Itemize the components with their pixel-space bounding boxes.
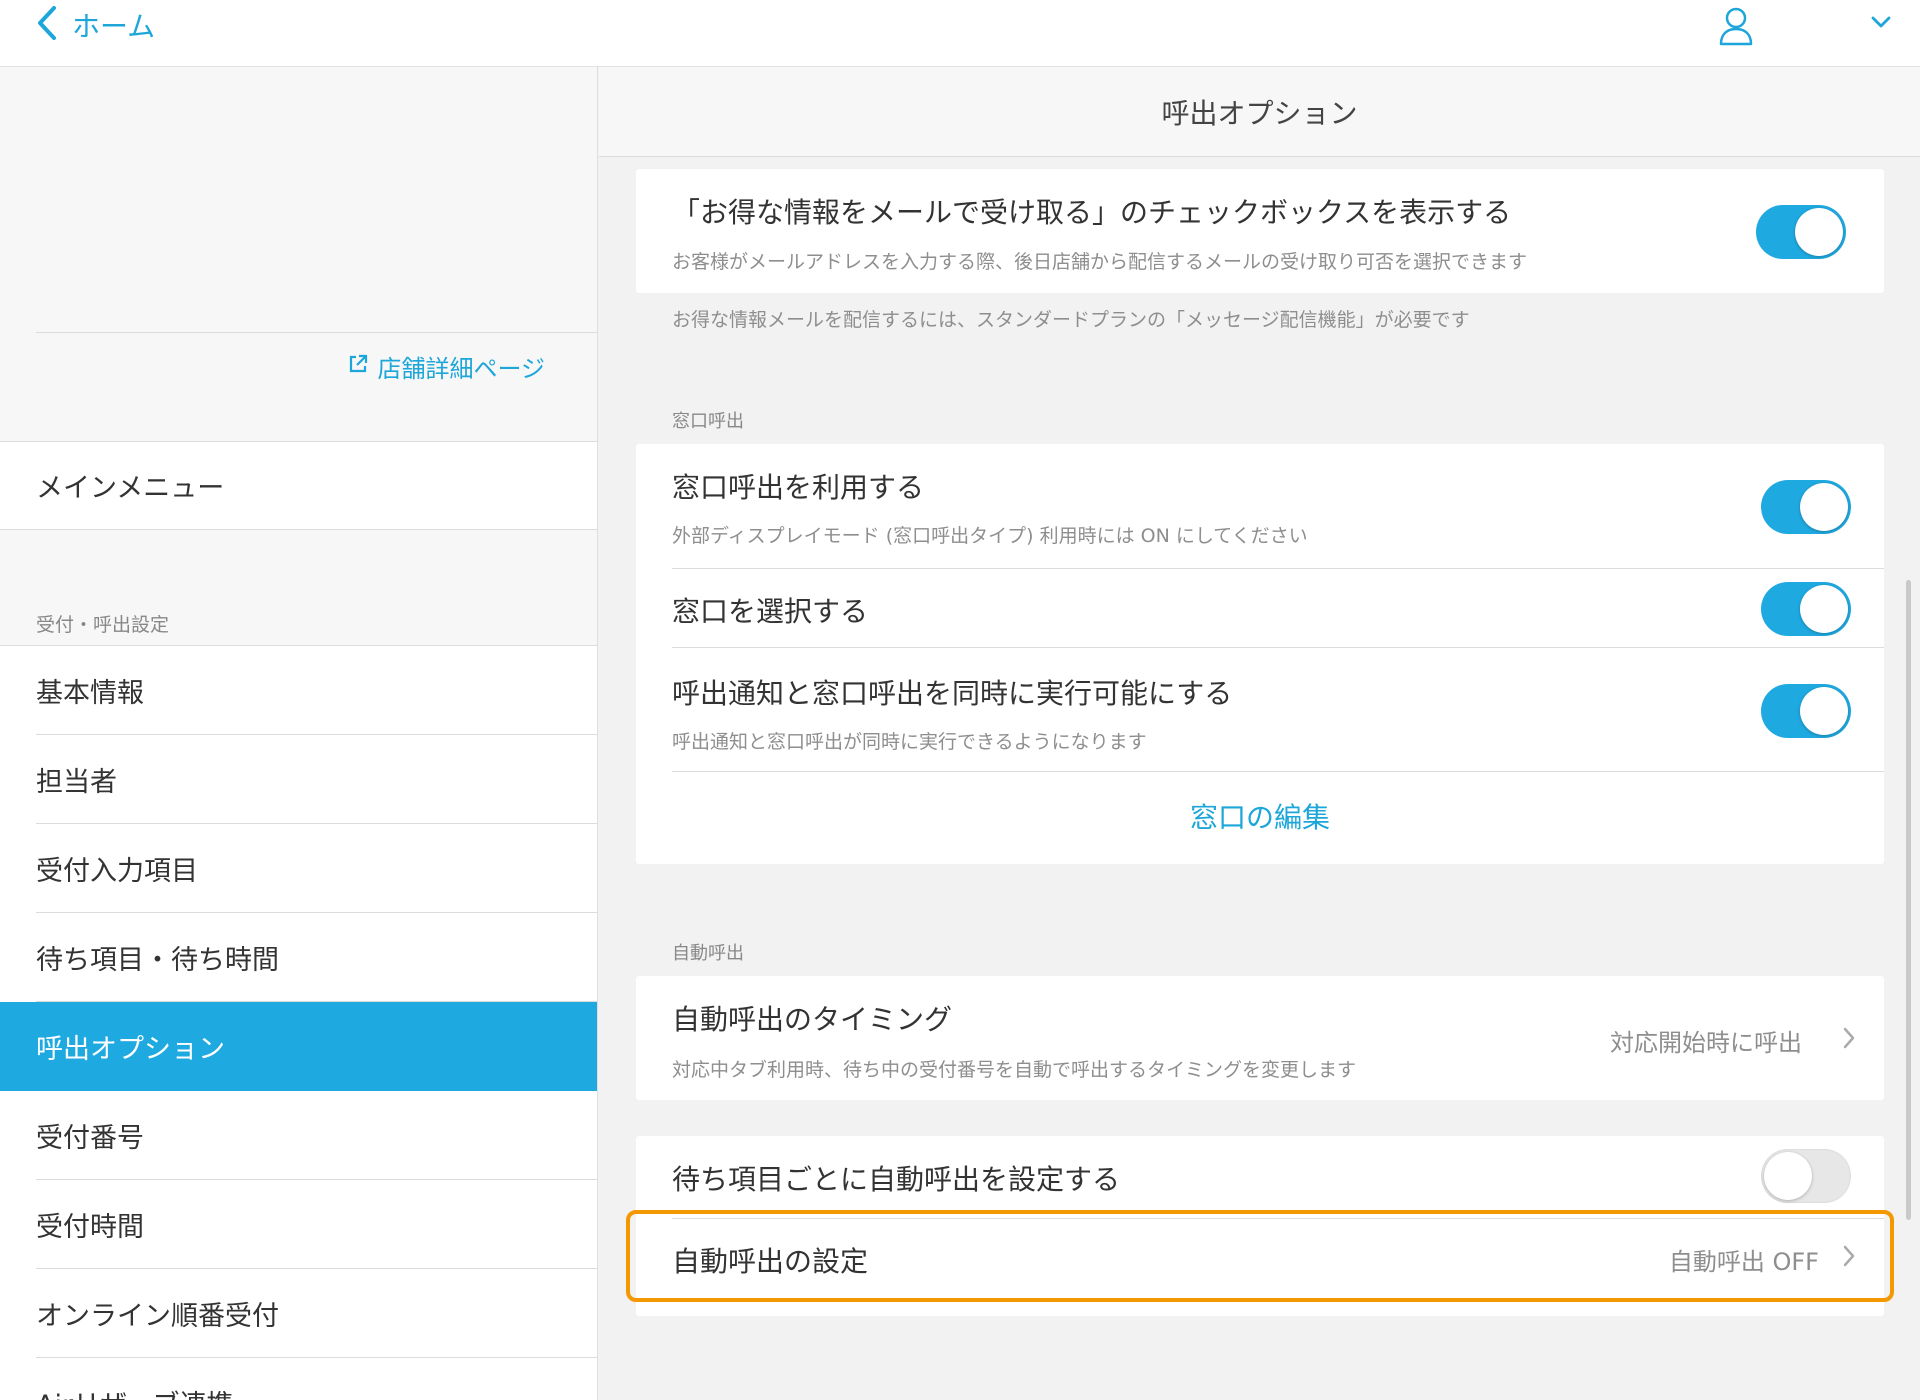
sidebar-item-staff[interactable]: 担当者: [0, 735, 597, 824]
email-checkbox-toggle[interactable]: [1756, 205, 1846, 259]
email-checkbox-title: 「お得な情報をメールで受け取る」のチェックボックスを表示する: [672, 196, 1512, 229]
highlight-annotation: [626, 1210, 1894, 1302]
main-menu-item[interactable]: メインメニュー: [0, 441, 597, 530]
main-panel: 呼出オプション 「お得な情報をメールで受け取る」のチェックボックスを表示する お…: [599, 67, 1920, 1400]
chevron-down-icon[interactable]: [1870, 14, 1892, 34]
scrollbar[interactable]: [1906, 580, 1911, 1220]
sidebar-item-reception-hours[interactable]: 受付時間: [0, 1180, 597, 1269]
simultaneous-call-subtitle: 呼出通知と窓口呼出が同時に実行できるようになります: [672, 731, 1147, 753]
use-window-call-toggle[interactable]: [1761, 480, 1851, 534]
top-bar: ホーム: [0, 0, 1920, 67]
sidebar-section-label: 受付・呼出設定: [36, 614, 170, 636]
auto-call-timing-subtitle: 対応中タブ利用時、待ち中の受付番号を自動で呼出するタイミングを変更します: [672, 1059, 1357, 1081]
sidebar-item-wait-items[interactable]: 待ち項目・待ち時間: [0, 913, 597, 1002]
sidebar: 店舗詳細ページ メインメニュー 受付・呼出設定 基本情報 担当者 受付入力項目 …: [0, 67, 598, 1400]
auto-call-timing-title: 自動呼出のタイミング: [672, 1003, 953, 1036]
select-window-title: 窓口を選択する: [672, 595, 869, 628]
sidebar-menu-list: 基本情報 担当者 受付入力項目 待ち項目・待ち時間 呼出オプション 受付番号 受…: [0, 645, 597, 1400]
edit-windows-link[interactable]: 窓口の編集: [636, 796, 1884, 836]
toggle-knob: [1800, 585, 1848, 633]
store-detail-link[interactable]: 店舗詳細ページ: [347, 349, 545, 384]
toggle-knob: [1795, 208, 1843, 256]
chevron-left-icon: [36, 5, 58, 45]
email-checkbox-card: 「お得な情報をメールで受け取る」のチェックボックスを表示する お客様がメールアド…: [636, 169, 1884, 293]
external-link-icon: [347, 353, 377, 381]
back-home-link[interactable]: ホーム: [36, 0, 155, 50]
use-window-call-subtitle: 外部ディスプレイモード (窓口呼出タイプ) 利用時には ON にしてください: [672, 525, 1308, 547]
sidebar-item-call-options[interactable]: 呼出オプション: [0, 1002, 597, 1091]
auto-section-label: 自動呼出: [672, 943, 744, 964]
simultaneous-call-toggle[interactable]: [1761, 684, 1851, 738]
sidebar-item-online-queue[interactable]: オンライン順番受付: [0, 1269, 597, 1358]
row-divider: [672, 647, 1884, 648]
email-note: お得な情報メールを配信するには、スタンダードプランの「メッセージ配信機能」が必要…: [672, 309, 1470, 331]
row-divider: [672, 771, 1884, 772]
auto-call-timing-value: 対応開始時に呼出: [1610, 1029, 1802, 1057]
page-title: 呼出オプション: [599, 67, 1920, 157]
toggle-knob: [1800, 687, 1848, 735]
per-item-auto-call-title: 待ち項目ごとに自動呼出を設定する: [672, 1163, 1121, 1196]
per-item-auto-call-toggle[interactable]: [1761, 1149, 1851, 1203]
sidebar-item-basic-info[interactable]: 基本情報: [0, 646, 597, 735]
store-link-label: 店舗詳細ページ: [377, 355, 545, 383]
toggle-knob: [1800, 483, 1848, 531]
use-window-call-title: 窓口呼出を利用する: [672, 471, 925, 504]
sidebar-divider: [36, 332, 597, 333]
sidebar-item-airreserve[interactable]: Airリザーブ連携: [0, 1358, 597, 1400]
auto-call-timing-row[interactable]: 自動呼出のタイミング 対応中タブ利用時、待ち中の受付番号を自動で呼出するタイミン…: [636, 976, 1884, 1100]
email-checkbox-subtitle: お客様がメールアドレスを入力する際、後日店舗から配信するメールの受け取り可否を選…: [672, 251, 1528, 273]
sidebar-item-input-fields[interactable]: 受付入力項目: [0, 824, 597, 913]
window-section-label: 窓口呼出: [672, 411, 744, 432]
window-call-card: 窓口呼出を利用する 外部ディスプレイモード (窓口呼出タイプ) 利用時には ON…: [636, 444, 1884, 864]
row-divider: [672, 568, 1884, 569]
user-icon[interactable]: [1718, 6, 1754, 50]
select-window-toggle[interactable]: [1761, 582, 1851, 636]
back-label: ホーム: [72, 10, 156, 43]
toggle-knob: [1764, 1152, 1812, 1200]
chevron-right-icon: [1842, 1026, 1856, 1054]
sidebar-item-reception-number[interactable]: 受付番号: [0, 1091, 597, 1180]
simultaneous-call-title: 呼出通知と窓口呼出を同時に実行可能にする: [672, 677, 1233, 710]
